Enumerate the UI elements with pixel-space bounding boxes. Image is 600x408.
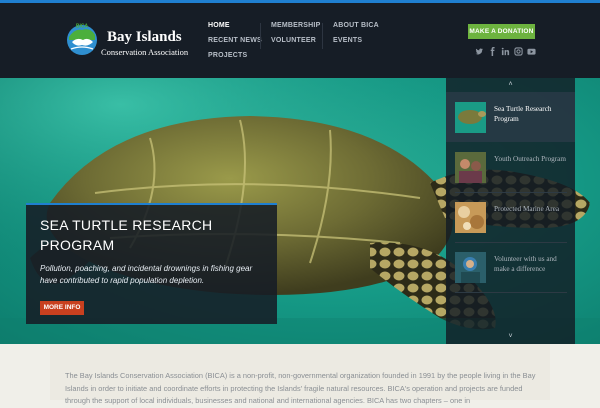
site-logo[interactable]: BICA Bay Islands Conservation Associatio… <box>66 23 196 63</box>
slider-divider <box>455 192 567 193</box>
slider-item-label: Volunteer with us and make a difference <box>494 255 557 273</box>
nav-home[interactable]: HOME <box>208 22 230 29</box>
youtube-icon[interactable] <box>527 47 536 56</box>
nav-divider <box>322 23 323 49</box>
nav-volunteer[interactable]: VOLUNTEER <box>271 37 316 44</box>
nav-membership[interactable]: MEMBERSHIP <box>271 22 320 29</box>
slider-item-label: Youth Outreach Program <box>494 155 566 163</box>
nav-recent-news[interactable]: RECENT NEWS <box>208 37 262 44</box>
slider-divider <box>455 292 567 293</box>
nav-divider <box>260 23 261 49</box>
slider-thumbnail-panel: ˄ Sea Turtle Research Program Youth Outr… <box>446 78 575 344</box>
slider-divider <box>455 242 567 243</box>
nav-projects[interactable]: PROJECTS <box>208 52 247 59</box>
hero-caption: SEA TURTLE RESEARCH PROGRAM Pollution, p… <box>26 203 277 324</box>
logo-emblem-icon: BICA <box>67 24 97 55</box>
intro-paragraph: The Bay Islands Conservation Association… <box>65 371 536 405</box>
nav-events[interactable]: EVENTS <box>333 37 362 44</box>
chevron-up-icon[interactable]: ˄ <box>446 78 575 92</box>
hero-description: Pollution, poaching, and incidental drow… <box>40 264 253 285</box>
slider-item-youth-outreach[interactable]: Youth Outreach Program <box>446 142 575 192</box>
twitter-icon[interactable] <box>475 47 484 56</box>
slider-item-protected-marine[interactable]: Protected Marine Area <box>446 192 575 242</box>
linkedin-icon[interactable] <box>501 47 510 56</box>
facebook-icon[interactable] <box>488 47 497 56</box>
donate-button[interactable]: MAKE A DONATION <box>468 24 535 39</box>
thumbnail-volunteer-image <box>455 252 486 283</box>
more-info-button[interactable]: MORE INFO <box>40 301 84 315</box>
chevron-down-icon[interactable]: ˅ <box>446 330 575 344</box>
slider-item-label: Sea Turtle Research Program <box>494 105 552 123</box>
slider-item-sea-turtle[interactable]: Sea Turtle Research Program <box>446 92 575 142</box>
thumbnail-marine-image <box>455 202 486 233</box>
instagram-icon[interactable] <box>514 47 523 56</box>
hero-slider: SEA TURTLE RESEARCH PROGRAM Pollution, p… <box>0 78 600 344</box>
slider-item-label: Protected Marine Area <box>494 205 560 213</box>
intro-section: The Bay Islands Conservation Association… <box>50 344 550 405</box>
logo-title: Bay Islands <box>107 29 182 45</box>
slider-item-volunteer[interactable]: Volunteer with us and make a difference <box>446 242 575 292</box>
site-header: BICA Bay Islands Conservation Associatio… <box>0 0 600 78</box>
nav-about-bica[interactable]: ABOUT BICA <box>333 22 379 29</box>
logo-badge: BICA <box>76 24 89 30</box>
thumbnail-turtle-image <box>455 102 486 133</box>
hero-title: SEA TURTLE RESEARCH PROGRAM <box>40 217 213 253</box>
thumbnail-youth-image <box>455 152 486 183</box>
logo-subtitle: Conservation Association <box>101 47 189 57</box>
